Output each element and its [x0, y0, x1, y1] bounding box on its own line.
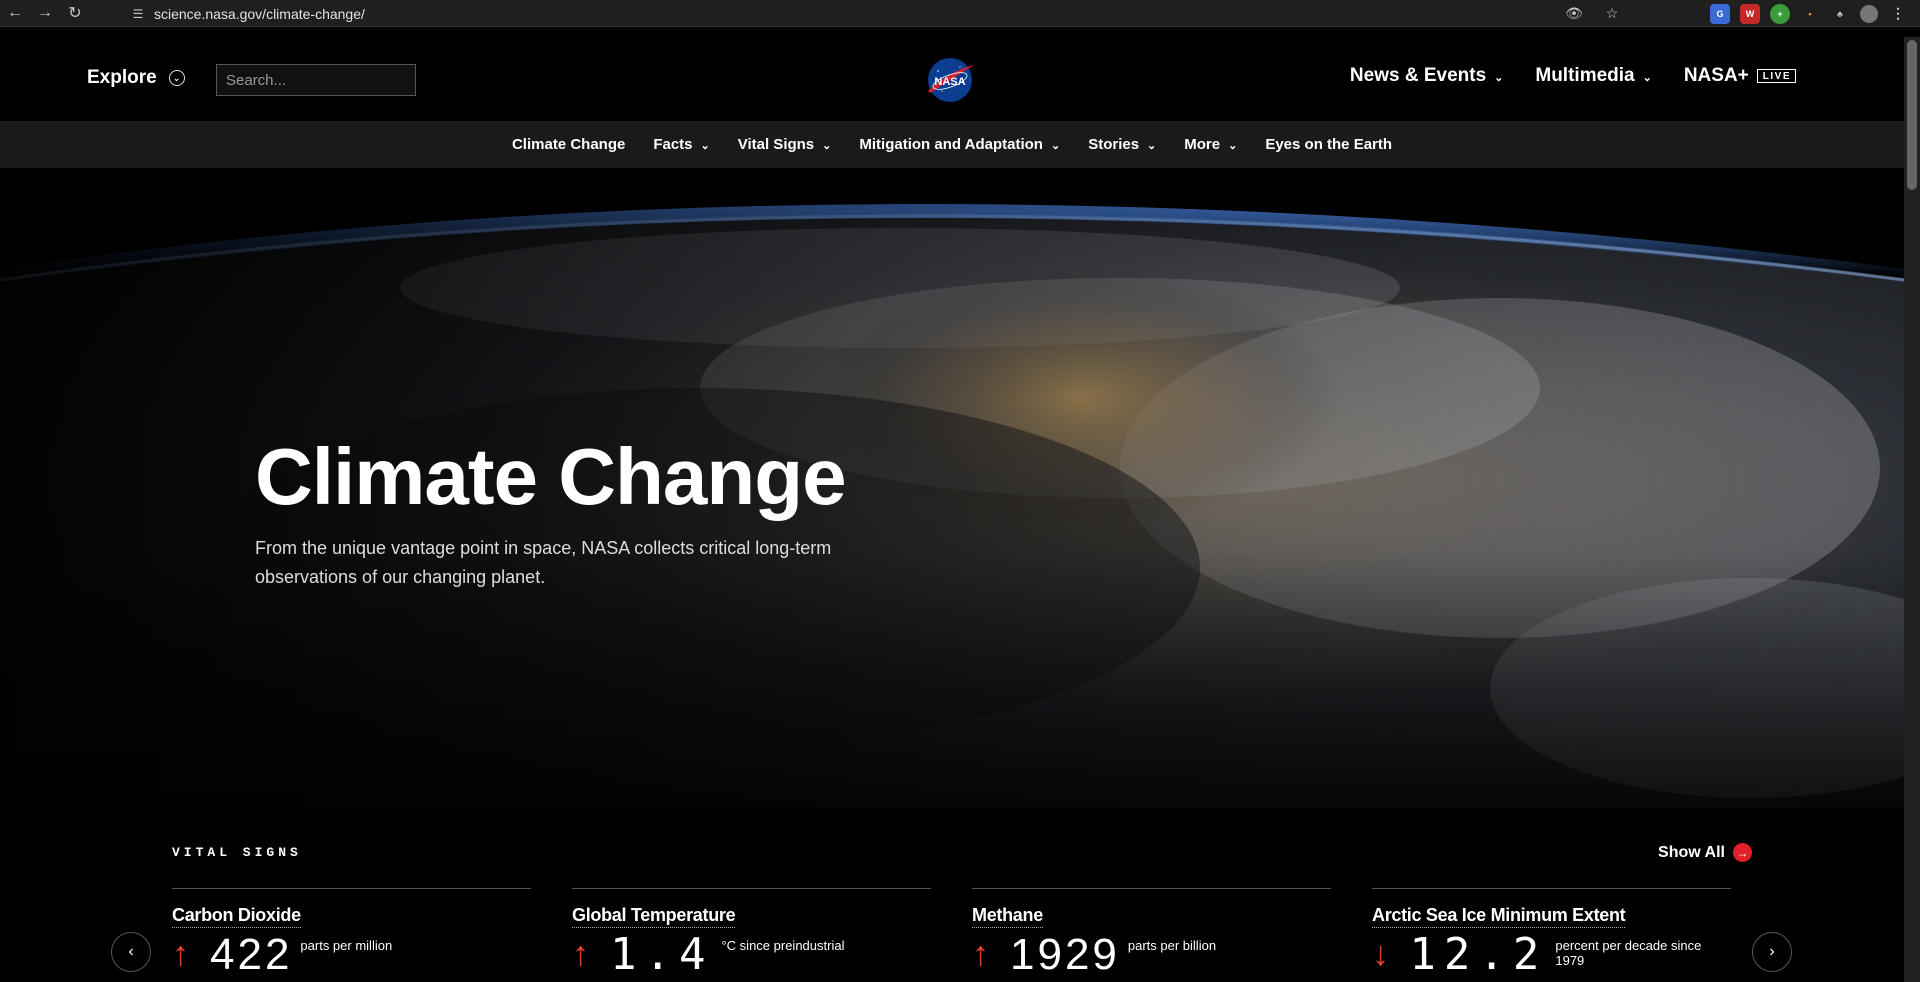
extension-chart-icon[interactable]: ▪: [1800, 4, 1820, 24]
bookmark-star-icon[interactable]: ☆: [1602, 3, 1622, 23]
trend-up-icon: ↑: [572, 935, 589, 973]
extension-green-icon[interactable]: +: [1770, 3, 1790, 24]
carousel-next-button[interactable]: ›: [1752, 932, 1792, 972]
hero-title: Climate Change: [255, 432, 847, 521]
chevron-down-icon: ⌄: [1147, 140, 1157, 152]
nasa-plus-link[interactable]: NASA+ LIVE: [1684, 65, 1796, 87]
vital-sign-card-methane[interactable]: Methane ↑ 1929 parts per billion: [972, 888, 1331, 979]
vital-sign-unit: parts per billion: [1127, 938, 1217, 953]
trend-down-icon: ↓: [1372, 935, 1389, 973]
extension-red-icon[interactable]: W: [1740, 3, 1760, 24]
multimedia-label: Multimedia: [1535, 65, 1635, 86]
chevron-down-icon: ⌄: [1050, 140, 1061, 152]
eye-off-icon[interactable]: 👁: [1564, 3, 1584, 23]
subnav-item-label: Vital Signs: [737, 136, 815, 153]
carousel-prev-button[interactable]: ‹: [111, 932, 151, 972]
news-events-label: News & Events: [1349, 65, 1487, 86]
back-icon[interactable]: ←: [0, 0, 30, 27]
vital-signs-heading: VITAL SIGNS: [172, 845, 302, 860]
subnav-item-facts[interactable]: Facts ⌄: [653, 136, 709, 153]
chevron-down-icon: ⌄: [168, 70, 185, 86]
vital-sign-card-co2[interactable]: Carbon Dioxide ↑ 422 parts per million: [172, 888, 531, 979]
scrollbar-thumb[interactable]: [1907, 40, 1917, 190]
nasa-logo-text: NASA: [934, 76, 965, 88]
chevron-down-icon: ⌄: [822, 140, 832, 152]
vital-sign-value: 1.4: [610, 929, 714, 980]
site-header: Explore ⌄ NASA News & Events ⌄ Multimedi…: [0, 37, 1904, 121]
profile-avatar[interactable]: [1860, 4, 1878, 23]
subnav-item-eyes-on-earth[interactable]: Eyes on the Earth: [1265, 136, 1392, 153]
chevron-down-icon: ⌄: [1642, 71, 1652, 84]
forward-icon[interactable]: →: [30, 0, 60, 27]
show-all-link[interactable]: Show All →: [1658, 843, 1752, 862]
subnav-item-label: More: [1184, 136, 1221, 153]
extensions-puzzle-icon[interactable]: ♣: [1830, 4, 1850, 24]
nasa-plus-label: NASA+: [1683, 65, 1749, 86]
browser-menu-icon[interactable]: ⋮: [1888, 4, 1908, 24]
subnav-item-mitigation[interactable]: Mitigation and Adaptation ⌄: [859, 136, 1060, 153]
explore-label: Explore: [87, 67, 157, 88]
subnav-item-label: Facts: [653, 136, 693, 153]
vital-sign-title[interactable]: Arctic Sea Ice Minimum Extent: [1372, 905, 1626, 928]
multimedia-menu[interactable]: Multimedia ⌄: [1535, 65, 1651, 87]
subnav-item-label: Mitigation and Adaptation: [859, 136, 1043, 153]
show-all-label: Show All: [1658, 843, 1725, 861]
vital-sign-title[interactable]: Global Temperature: [572, 905, 736, 928]
live-badge: LIVE: [1756, 69, 1796, 83]
chevron-down-icon: ⌄: [700, 140, 710, 152]
chevron-down-icon: ⌄: [1228, 140, 1238, 152]
nasa-logo[interactable]: NASA: [924, 57, 976, 103]
subnav-item-vital-signs[interactable]: Vital Signs ⌄: [738, 136, 832, 153]
hero-subtitle: From the unique vantage point in space, …: [255, 538, 832, 587]
search-input[interactable]: [216, 64, 416, 96]
header-nav: News & Events ⌄ Multimedia ⌄ NASA+ LIVE: [1350, 65, 1796, 87]
vital-sign-value: 422: [210, 930, 293, 979]
vital-signs-cards: Carbon Dioxide ↑ 422 parts per million G…: [172, 888, 1731, 980]
subnav-item-label: Eyes on the Earth: [1265, 136, 1393, 153]
vital-sign-value: 12.2: [1409, 929, 1548, 980]
vital-sign-title[interactable]: Carbon Dioxide: [172, 905, 301, 928]
vital-sign-unit: °C since preindustrial: [721, 938, 845, 953]
trend-up-icon: ↑: [972, 935, 989, 973]
url-text[interactable]: science.nasa.gov/climate-change/: [154, 6, 365, 22]
vital-sign-title[interactable]: Methane: [972, 905, 1043, 928]
trend-up-icon: ↑: [172, 935, 189, 973]
subnav-item-label: Stories: [1088, 136, 1140, 153]
subnav-item-climate-change[interactable]: Climate Change: [512, 136, 625, 153]
subnav-item-more[interactable]: More ⌄: [1184, 136, 1237, 153]
news-events-menu[interactable]: News & Events ⌄: [1350, 65, 1503, 87]
reload-icon[interactable]: ↻: [60, 0, 90, 27]
vital-sign-unit: parts per million: [300, 938, 393, 953]
vital-sign-unit: percent per decade since 1979: [1555, 938, 1702, 968]
vital-sign-card-temperature[interactable]: Global Temperature ↑ 1.4 °C since preind…: [572, 888, 931, 980]
arrow-right-icon: →: [1733, 843, 1752, 862]
site-info-icon[interactable]: ☰: [128, 4, 148, 24]
explore-menu-button[interactable]: Explore ⌄: [87, 67, 185, 89]
vital-sign-value: 1929: [1010, 930, 1120, 979]
climate-subnav: Climate Change Facts ⌄ Vital Signs ⌄ Mit…: [0, 121, 1904, 168]
hero-section: Climate Change From the unique vantage p…: [0, 168, 1904, 808]
vital-signs-section: VITAL SIGNS Show All → ‹ › Carbon Dioxid…: [0, 808, 1904, 982]
browser-toolbar: ← → ↻ ☰ science.nasa.gov/climate-change/…: [0, 0, 1920, 27]
chevron-down-icon: ⌄: [1494, 71, 1504, 84]
vital-sign-card-arctic-ice[interactable]: Arctic Sea Ice Minimum Extent ↓ 12.2 per…: [1372, 888, 1731, 980]
subnav-item-label: Climate Change: [511, 136, 626, 153]
page-scrollbar[interactable]: [1904, 37, 1920, 982]
address-bar[interactable]: ☰ science.nasa.gov/climate-change/ 👁 ☆: [122, 1, 1622, 26]
subnav-item-stories[interactable]: Stories ⌄: [1088, 136, 1156, 153]
translate-extension-icon[interactable]: G: [1710, 3, 1730, 24]
